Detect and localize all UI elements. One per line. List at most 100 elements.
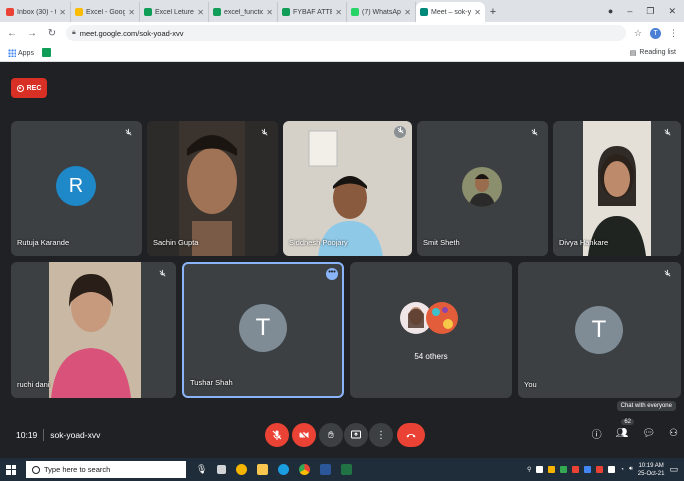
activities-button[interactable]: ⚇ (669, 428, 678, 439)
close-tab-icon[interactable]: ✕ (266, 8, 273, 17)
meeting-code: sok-yoad-xvv (50, 430, 101, 440)
close-tab-icon[interactable]: ✕ (197, 8, 204, 17)
close-tab-icon[interactable]: ✕ (474, 8, 481, 17)
menu-icon[interactable]: ⋮ (669, 28, 678, 39)
meeting-details-button[interactable]: ⓘ (592, 426, 602, 441)
mic-off-icon (529, 128, 539, 138)
browser-tab[interactable]: excel_function_cl✕ (209, 2, 278, 22)
tray-icon[interactable] (596, 466, 604, 473)
microphone-icon[interactable]: 🎙︎ (196, 464, 207, 475)
more-options-button[interactable]: ⋮ (369, 423, 393, 447)
participant-tile-ruchi[interactable]: ruchi dani (11, 262, 176, 398)
mic-off-icon (123, 128, 133, 138)
tab-favicon-icon (351, 8, 359, 16)
network-icon[interactable]: ◔ (620, 467, 624, 473)
windows-start-icon[interactable] (6, 464, 16, 475)
participant-tile-tushar[interactable]: T ••• Tushar Shah (182, 262, 344, 398)
apps-grid-icon (8, 48, 16, 57)
taskbar-search[interactable]: Type here to search (26, 461, 186, 478)
participant-tile-siddhesh[interactable]: Siddhesh Poojary (283, 121, 412, 256)
bookmark-star-icon[interactable]: ☆ (634, 28, 642, 39)
bookmarks-bar: Apps ▤ Reading list (0, 44, 684, 62)
close-tab-icon[interactable]: ✕ (128, 8, 135, 17)
chat-tooltip: Chat with everyone (616, 401, 676, 411)
minimize-icon[interactable]: – (627, 6, 632, 16)
file-explorer-icon[interactable] (257, 464, 269, 475)
close-window-icon[interactable]: ✕ (668, 6, 676, 17)
tray-icon[interactable] (584, 466, 592, 473)
sheets-bookmark-icon[interactable] (41, 48, 51, 57)
present-icon (351, 430, 361, 439)
participant-tile-divya[interactable]: Divya Hankare (553, 121, 681, 256)
people-button[interactable]: 👥︎ (616, 428, 629, 439)
tab-title: FYBAF ATTENDEI (293, 8, 332, 16)
close-tab-icon[interactable]: ✕ (335, 8, 342, 17)
leave-call-button[interactable] (397, 423, 425, 447)
mic-off-icon (259, 128, 269, 138)
self-tile[interactable]: T You (518, 262, 681, 398)
others-avatars (400, 302, 458, 334)
back-icon[interactable]: ← (6, 28, 18, 39)
browser-tab[interactable]: Excel - Google D✕ (71, 2, 140, 22)
tab-title: Excel Leture.xlsx (155, 8, 194, 16)
url-bar[interactable]: 🔒︎ meet.google.com/sok-yoad-xvv (66, 25, 626, 41)
lock-icon: 🔒︎ (72, 29, 76, 36)
app-icon-yellow[interactable] (236, 464, 248, 475)
taskbar-clock[interactable]: 10:19 AM 25-Oct-21 (638, 462, 665, 478)
close-tab-icon[interactable]: ✕ (404, 8, 411, 17)
account-icon[interactable]: ● (608, 6, 613, 16)
participant-name: ruchi dani (17, 380, 50, 389)
cortana-icon (32, 465, 40, 474)
divider (43, 429, 45, 441)
tray-icon[interactable] (536, 466, 544, 473)
hang-up-icon (406, 434, 416, 438)
tab-favicon-icon (144, 8, 152, 16)
close-tab-icon[interactable]: ✕ (59, 8, 66, 17)
tray-icon[interactable] (608, 466, 616, 473)
participant-tile-sachin[interactable]: Sachin Gupta (147, 121, 278, 256)
volume-icon[interactable]: 🔊︎ (629, 466, 633, 473)
new-tab-button[interactable]: + (485, 2, 501, 22)
notifications-icon[interactable]: ▭ (669, 464, 678, 475)
activities-icon: ⚇ (669, 428, 678, 439)
restore-icon[interactable]: ❐ (646, 6, 654, 17)
edge-icon[interactable] (278, 464, 290, 475)
tab-title: (7) WhatsApp (362, 8, 402, 16)
browser-tab[interactable]: Inbox (30) - tush✕ (2, 2, 71, 22)
tray-icon[interactable] (560, 466, 568, 473)
tray-icon[interactable] (572, 466, 580, 473)
apps-bookmark[interactable]: Apps (8, 48, 34, 57)
mic-off-icon (394, 126, 406, 138)
browser-tab[interactable]: (7) WhatsApp ✕ (347, 2, 416, 22)
raise-hand-button[interactable]: ✋︎ (319, 423, 343, 447)
avatar: R (56, 166, 96, 206)
participant-tile-rutuja[interactable]: R Rutuja Karande (11, 121, 142, 256)
participant-name: You (524, 380, 537, 389)
browser-tab[interactable]: FYBAF ATTENDEI✕ (278, 2, 347, 22)
chat-button[interactable]: 💬︎ (642, 428, 655, 439)
browser-tab[interactable]: Meet – sok-y ✕ (416, 2, 485, 22)
reload-icon[interactable]: ↻ (46, 28, 58, 39)
avatar: T (575, 306, 623, 354)
excel-icon[interactable] (341, 464, 353, 475)
profile-avatar[interactable]: T (650, 27, 661, 39)
participant-name: Tushar Shah (190, 378, 233, 387)
task-view-icon[interactable] (217, 465, 227, 474)
forward-icon[interactable]: → (26, 28, 38, 39)
present-screen-button[interactable] (344, 423, 368, 447)
tray-icon[interactable] (548, 466, 556, 473)
participant-tile-smit[interactable]: Smit Sheth (417, 121, 548, 256)
chrome-icon[interactable] (299, 464, 311, 475)
tab-title: Meet – sok-y (431, 8, 472, 16)
reading-list-button[interactable]: ▤ Reading list (630, 49, 676, 57)
others-tile[interactable]: 54 others (350, 262, 512, 398)
mic-toggle-button[interactable] (265, 423, 289, 447)
mic-off-icon (157, 269, 167, 279)
app-icon-blue[interactable] (320, 464, 332, 475)
more-options-icon[interactable]: ••• (326, 268, 338, 280)
browser-tab[interactable]: Excel Leture.xlsx✕ (140, 2, 209, 22)
people-tray-icon[interactable]: ⚲ (527, 466, 531, 473)
info-icon: ⓘ (591, 430, 602, 441)
camera-toggle-button[interactable] (292, 423, 316, 447)
tab-title: Excel - Google D (86, 8, 125, 16)
